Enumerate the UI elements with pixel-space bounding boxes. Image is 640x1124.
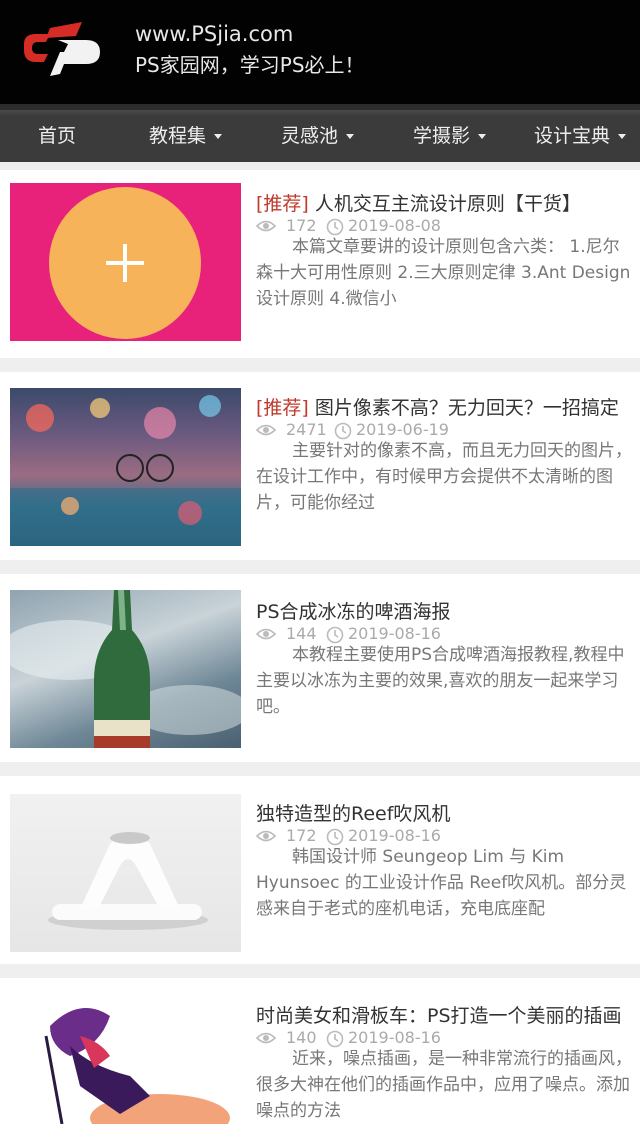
nav-item-label: 灵感池	[281, 125, 339, 147]
eye-icon	[256, 220, 276, 232]
nav-item-photography[interactable]: 学摄影	[413, 110, 487, 162]
nav-item-label: 教程集	[149, 125, 207, 147]
publish-date: 2019-08-08	[348, 216, 441, 235]
view-count: 172	[286, 216, 317, 235]
nav-item-label: 学摄影	[413, 125, 471, 147]
article-summary: 近来，噪点插画，是一种非常流行的插画风，很多大神在他们的插画作品中，应用了噪点。…	[256, 1049, 632, 1121]
publish-date: 2019-06-19	[356, 420, 449, 439]
publish-date: 2019-08-16	[348, 826, 441, 845]
nav-item-tutorials[interactable]: 教程集	[149, 110, 223, 162]
recommend-tag: [推荐]	[256, 397, 309, 419]
article-thumbnail[interactable]	[10, 794, 241, 952]
psjia-logo-icon[interactable]	[20, 16, 104, 80]
article-card[interactable]: 独特造型的Reef吹风机 172 2019-08-16 韩国设计师 Seunge…	[0, 776, 640, 964]
article-thumbnail[interactable]	[10, 590, 241, 748]
view-count: 140	[286, 1028, 317, 1047]
article-title-text: 独特造型的Reef吹风机	[256, 803, 451, 825]
site-slogan: PS家园网，学习PS必上！	[135, 53, 365, 77]
article-title[interactable]: [推荐] 图片像素不高？无力回天？一招搞定	[256, 393, 630, 420]
caret-down-icon	[618, 134, 627, 139]
caret-down-icon	[346, 134, 355, 139]
article-card[interactable]: [推荐] 图片像素不高？无力回天？一招搞定 2471 2019-06-19 主要…	[0, 372, 640, 560]
nav-item-inspiration[interactable]: 灵感池	[281, 110, 355, 162]
article-summary: 主要针对的像素不高，而且无力回天的图片，在设计工作中，有时候甲方会提供不太清晰的…	[256, 441, 632, 513]
article-title-text: 图片像素不高？无力回天？一招搞定	[314, 397, 619, 419]
article-thumbnail[interactable]	[10, 183, 241, 341]
nav-item-label: 首页	[38, 125, 77, 147]
article-title[interactable]: PS合成冰冻的啤酒海报	[256, 597, 630, 624]
article-title-text: 时尚美女和滑板车：PS打造一个美丽的插画	[256, 1005, 622, 1027]
main-nav: 首页 教程集 灵感池 学摄影 设计宝典	[0, 104, 640, 162]
article-title[interactable]: [推荐] 人机交互主流设计原则【干货】	[256, 189, 630, 216]
article-thumbnail[interactable]	[10, 996, 241, 1124]
caret-down-icon	[214, 134, 223, 139]
article-card[interactable]: [推荐] 人机交互主流设计原则【干货】 172 2019-08-08 本篇文章要…	[0, 170, 640, 358]
article-title-text: PS合成冰冻的啤酒海报	[256, 601, 451, 623]
article-title[interactable]: 独特造型的Reef吹风机	[256, 799, 630, 826]
article-summary: 本篇文章要讲的设计原则包含六类： 1.尼尔森十大可用性原则 2.三大原则定律 3…	[256, 237, 631, 309]
publish-date: 2019-08-16	[348, 624, 441, 643]
view-count: 2471	[286, 420, 327, 439]
recommend-tag: [推荐]	[256, 193, 309, 215]
nav-item-design-handbook[interactable]: 设计宝典	[534, 110, 627, 162]
article-summary: 本教程主要使用PS合成啤酒海报教程,教程中主要以冰冻为主要的效果,喜欢的朋友一起…	[256, 645, 625, 717]
site-header: www.PSjia.com PS家园网，学习PS必上！	[0, 0, 640, 104]
eye-icon	[256, 424, 276, 436]
article-title-text: 人机交互主流设计原则【干货】	[314, 193, 581, 215]
eye-icon	[256, 830, 276, 842]
article-thumbnail[interactable]	[10, 388, 241, 546]
eye-icon	[256, 1032, 276, 1044]
view-count: 172	[286, 826, 317, 845]
article-card[interactable]: 时尚美女和滑板车：PS打造一个美丽的插画 140 2019-08-16 近来，噪…	[0, 978, 640, 1124]
article-summary: 韩国设计师 Seungeop Lim 与 Kim Hyunsoec 的工业设计作…	[256, 847, 627, 919]
publish-date: 2019-08-16	[348, 1028, 441, 1047]
article-card[interactable]: PS合成冰冻的啤酒海报 144 2019-08-16 本教程主要使用PS合成啤酒…	[0, 574, 640, 762]
site-url: www.PSjia.com	[135, 22, 294, 46]
nav-item-home[interactable]: 首页	[38, 110, 76, 162]
eye-icon	[256, 628, 276, 640]
caret-down-icon	[478, 134, 487, 139]
article-title[interactable]: 时尚美女和滑板车：PS打造一个美丽的插画	[256, 1001, 630, 1028]
nav-item-label: 设计宝典	[534, 125, 611, 147]
view-count: 144	[286, 624, 317, 643]
